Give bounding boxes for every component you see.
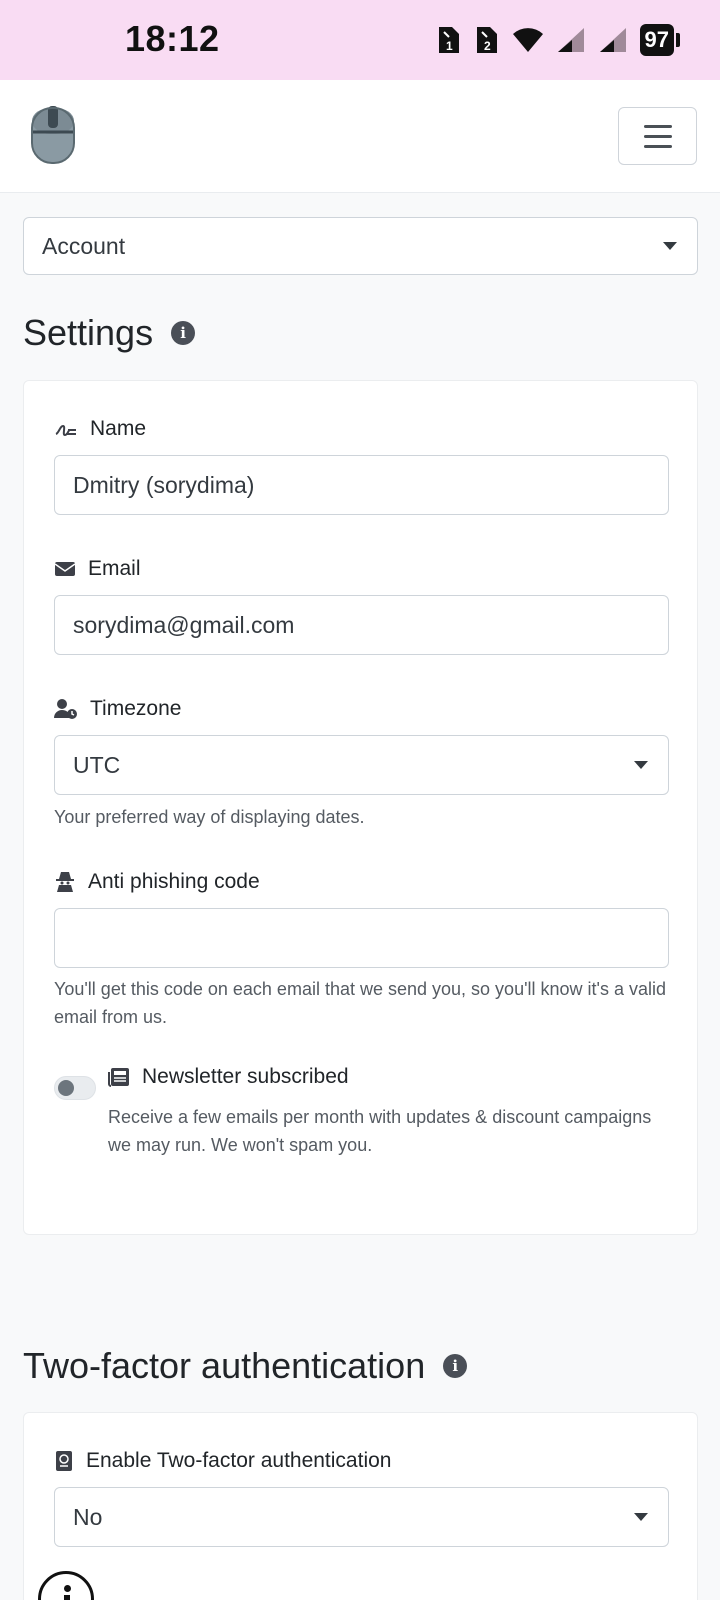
svg-text:1: 1 [446, 39, 453, 53]
signal-icon [598, 26, 628, 54]
mouse-logo-icon[interactable] [31, 106, 75, 169]
page-title: Settings [23, 312, 154, 353]
section-select-value: Account [42, 232, 126, 259]
email-field[interactable]: sorydima@gmail.com [54, 595, 669, 655]
status-bar: 18:12 1 2 97 [0, 0, 720, 80]
clock: 18:12 [125, 18, 220, 59]
email-label: Email [54, 557, 141, 581]
name-label: Name [54, 417, 146, 441]
signal-icon [556, 26, 586, 54]
hamburger-menu-icon[interactable] [618, 107, 697, 165]
user-secret-icon [54, 871, 76, 893]
battery-icon: 97 [639, 24, 680, 56]
anti-phishing-field[interactable] [54, 908, 669, 968]
section-title: Two-factor authentication [23, 1345, 426, 1386]
timezone-help: Your preferred way of displaying dates. [54, 807, 365, 827]
battery-level: 97 [639, 24, 674, 56]
navbar [0, 80, 720, 193]
newsletter-toggle[interactable] [54, 1076, 96, 1100]
two-factor-card: Enable Two-factor authentication No [23, 1412, 698, 1600]
status-icons: 1 2 97 [436, 24, 680, 56]
timezone-select[interactable]: UTC [54, 735, 669, 795]
chevron-down-icon [634, 761, 648, 769]
two-factor-select[interactable]: No [54, 1487, 669, 1547]
section-select[interactable]: Account [23, 217, 698, 275]
envelope-icon [54, 560, 76, 578]
svg-text:2: 2 [484, 39, 491, 53]
name-field[interactable]: Dmitry (sorydima) [54, 455, 669, 515]
wifi-icon [512, 26, 544, 54]
info-icon[interactable]: i [443, 1354, 468, 1378]
settings-card: Name Dmitry (sorydima) Email sorydima@gm… [23, 380, 698, 1235]
timezone-label: Timezone [54, 697, 181, 721]
chevron-down-icon [663, 242, 677, 250]
anti-phishing-label: Anti phishing code [54, 870, 260, 894]
newspaper-icon [108, 1067, 130, 1087]
sim1-icon: 1 [436, 25, 462, 55]
chevron-down-icon [634, 1513, 648, 1521]
anti-phishing-help: You'll get this code on each email that … [54, 979, 666, 1027]
two-factor-heading: Two-factor authentication i [23, 1345, 468, 1387]
two-factor-label: Enable Two-factor authentication [54, 1449, 391, 1473]
info-icon[interactable]: i [171, 321, 196, 345]
newsletter-help: Receive a few emails per month with upda… [108, 1107, 652, 1155]
sim2-icon: 2 [474, 25, 500, 55]
passport-icon [54, 1450, 74, 1472]
newsletter-label: Newsletter subscribed [108, 1065, 349, 1089]
signature-icon [54, 418, 78, 440]
user-clock-icon [54, 698, 78, 720]
settings-heading: Settings i [23, 312, 196, 354]
